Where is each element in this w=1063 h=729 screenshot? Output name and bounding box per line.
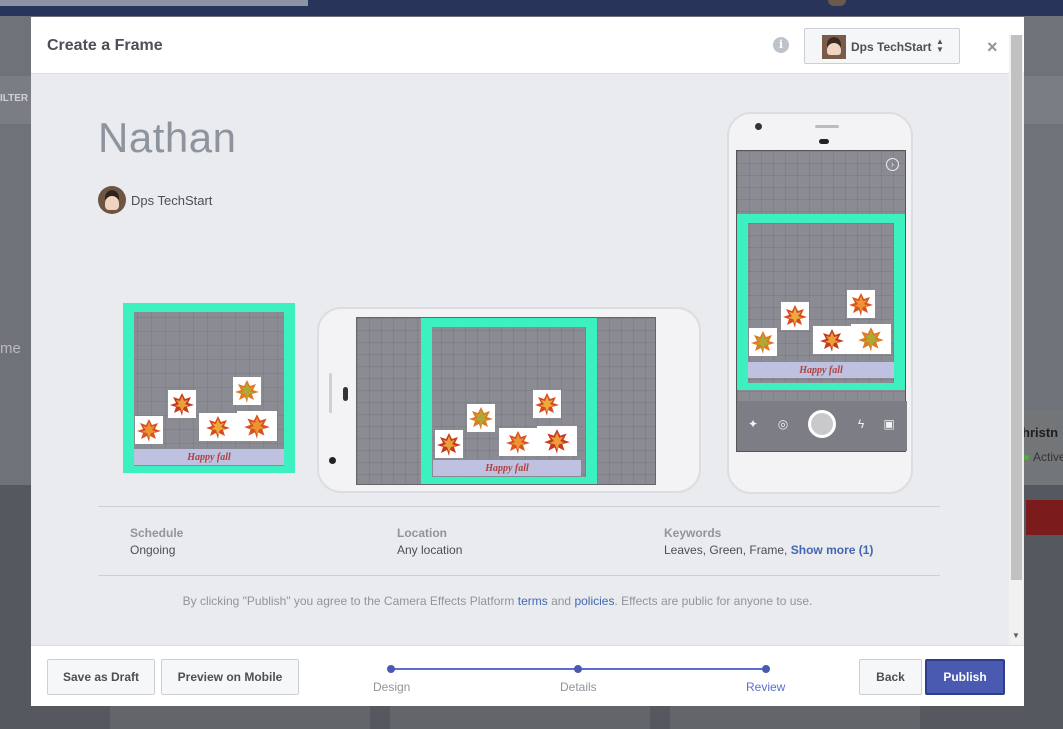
- leaf-image: [781, 302, 809, 330]
- leaf-image: [499, 428, 537, 456]
- owner-name: Dps TechStart: [131, 193, 213, 208]
- step-details[interactable]: Details: [560, 680, 597, 694]
- step-dot-review: [762, 665, 770, 673]
- camera-controls: ✦ ◎ ϟ ▣: [737, 401, 907, 451]
- page-selector[interactable]: Dps TechStart ▲ ▼: [804, 28, 960, 64]
- leaf-image: [237, 411, 277, 441]
- background-card-status: Active: [1024, 450, 1063, 464]
- dialog-header: Create a Frame i Dps TechStart ▲ ▼ ×: [31, 17, 1024, 74]
- leaf-image: [533, 390, 561, 418]
- effect-name: Nathan: [98, 114, 237, 161]
- leaf-image: [168, 390, 196, 418]
- keywords-value: Leaves, Green, Frame,: [664, 543, 788, 557]
- policies-link[interactable]: policies: [574, 594, 614, 608]
- save-as-draft-button[interactable]: Save as Draft: [47, 659, 155, 695]
- leaf-image: [749, 328, 777, 356]
- page-avatar: [822, 35, 846, 59]
- step-review[interactable]: Review: [746, 680, 785, 694]
- leaf-image: [847, 290, 875, 318]
- schedule-label: Schedule: [130, 526, 184, 540]
- dialog-footer: Save as Draft Preview on Mobile Design D…: [31, 645, 1024, 706]
- background-top-bar: [0, 0, 1063, 16]
- terms-prefix: By clicking "Publish" you agree to the C…: [182, 594, 515, 608]
- scrollbar-thumb[interactable]: [1011, 35, 1022, 580]
- background-card-thumbnail: [1026, 500, 1063, 535]
- frame-caption: Happy fall: [187, 452, 231, 463]
- caption-bar: Happy fall: [748, 362, 894, 378]
- leaf-image: [135, 416, 163, 444]
- divider: [98, 506, 940, 507]
- leaf-image: [813, 326, 851, 354]
- chevron-right-icon: ›: [886, 158, 899, 171]
- preview-on-mobile-button[interactable]: Preview on Mobile: [161, 659, 299, 695]
- flash-icon: ϟ: [857, 417, 865, 431]
- gallery-icon: ▣: [883, 417, 895, 431]
- landscape-frame-preview: Happy fall: [421, 318, 597, 484]
- leaf-image: [199, 413, 237, 441]
- frame-caption: Happy fall: [799, 365, 843, 376]
- close-icon[interactable]: ×: [987, 37, 998, 58]
- keywords-label: Keywords: [664, 526, 722, 540]
- square-frame-preview: Happy fall: [123, 303, 295, 473]
- leaf-image: [233, 377, 261, 405]
- background-avatar: [828, 0, 846, 6]
- progress-stepper: Design Details Review: [373, 665, 785, 698]
- terms-notice: By clicking "Publish" you agree to the C…: [31, 594, 964, 608]
- keywords-value-row: Leaves, Green, Frame, Show more (1): [664, 543, 873, 557]
- phone-screen: › Happy fall ✦ ◎ ϟ ▣: [736, 150, 907, 452]
- leaf-image: [435, 430, 463, 458]
- publish-button[interactable]: Publish: [925, 659, 1005, 695]
- background-search-bar: [0, 0, 308, 6]
- magic-wand-icon: ✦: [747, 417, 759, 431]
- phone-earpiece: [343, 387, 348, 401]
- location-label: Location: [397, 526, 447, 540]
- scroll-down-arrow-icon[interactable]: ▼: [1012, 631, 1020, 640]
- dialog-title: Create a Frame: [47, 37, 163, 54]
- step-dot-details: [574, 665, 582, 673]
- landscape-phone-preview: Happy fall: [317, 307, 701, 493]
- terms-suffix: . Effects are public for anyone to use.: [614, 594, 813, 608]
- info-icon[interactable]: i: [773, 37, 789, 53]
- background-right-card: [1024, 410, 1063, 485]
- schedule-value: Ongoing: [130, 543, 176, 557]
- background-card-title: hristn: [1022, 425, 1059, 440]
- page-selector-label: Dps TechStart: [851, 40, 932, 54]
- background-side-text: me: [0, 340, 21, 357]
- phone-speaker: [815, 125, 839, 128]
- location-value: Any location: [397, 543, 463, 557]
- portrait-phone-preview: › Happy fall ✦ ◎ ϟ ▣: [727, 112, 913, 494]
- portrait-frame-preview: Happy fall: [737, 214, 905, 390]
- leaf-image: [467, 404, 495, 432]
- show-more-link[interactable]: Show more (1): [791, 543, 874, 557]
- phone-side-button: [329, 373, 332, 413]
- camera-switch-icon: ◎: [777, 417, 789, 431]
- phone-camera: [755, 123, 762, 130]
- terms-and: and: [551, 594, 572, 608]
- frame-caption: Happy fall: [485, 463, 529, 474]
- location-detail: Location Any location: [397, 526, 462, 557]
- caption-bar: Happy fall: [433, 460, 581, 476]
- sort-caret-icon: ▲ ▼: [936, 37, 944, 54]
- terms-link[interactable]: terms: [518, 594, 548, 608]
- leaf-image: [537, 426, 577, 456]
- phone-camera: [329, 457, 336, 464]
- keywords-detail: Keywords Leaves, Green, Frame, Show more…: [664, 526, 873, 557]
- phone-screen: Happy fall: [356, 317, 656, 485]
- shutter-button: [808, 410, 836, 438]
- caption-bar: Happy fall: [134, 449, 284, 465]
- step-design[interactable]: Design: [373, 680, 410, 694]
- frame-border: [123, 303, 295, 473]
- leaf-image: [851, 324, 891, 354]
- divider: [98, 575, 940, 576]
- phone-sensor: [819, 139, 829, 144]
- background-filter-label: ILTER: [0, 93, 29, 104]
- schedule-detail: Schedule Ongoing: [130, 526, 183, 557]
- avatar: [98, 186, 126, 214]
- back-button[interactable]: Back: [859, 659, 922, 695]
- create-frame-dialog: Create a Frame i Dps TechStart ▲ ▼ × ▼ Na…: [31, 17, 1024, 706]
- step-dot-design: [387, 665, 395, 673]
